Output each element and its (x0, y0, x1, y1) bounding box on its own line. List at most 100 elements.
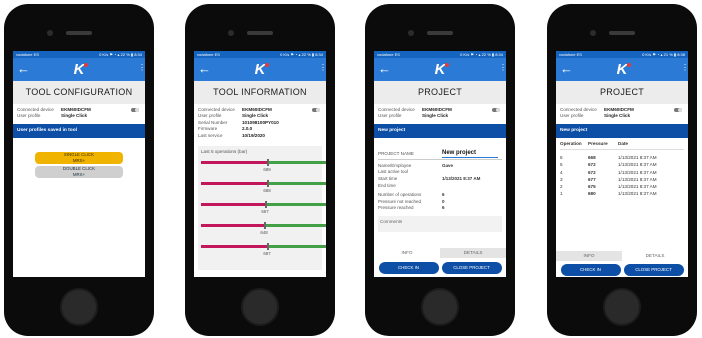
more-vert-icon[interactable]: ⋮ (138, 64, 145, 72)
bar-marker (267, 180, 269, 188)
detail-label: Name/Employee (378, 162, 412, 168)
bar-value: 667 (261, 209, 269, 215)
screen-project-info: vodafone ES 0 K/s ⚑ ◔ ▴ 22 % ▮ 8:34 ← K … (374, 51, 506, 277)
page-title: TOOL INFORMATION (194, 81, 326, 104)
close-project-button[interactable]: CLOSE PROJECT (441, 262, 502, 274)
pressure-cell: 675 (588, 184, 596, 190)
app-toolbar: ← K ⋮ (556, 58, 688, 81)
logo-letter: K (434, 61, 446, 78)
bar-below-threshold (201, 161, 267, 165)
logo-dot (265, 63, 269, 67)
detail-label: Last active tool (378, 169, 409, 175)
home-button[interactable] (421, 288, 459, 326)
screen-tool-information: vodafone ES 0 K/s ⚑ ◔ ▴ 22 % ▮ 8:34 ← K … (194, 51, 326, 277)
status-icons: 0 K/s ⚑ ◔ ▴ 22 % ▮ 8:34 (460, 52, 503, 57)
detail-value: Gave (442, 162, 454, 168)
home-button[interactable] (603, 288, 641, 326)
detail-row: Name/Employee Gave (378, 163, 502, 170)
info-row-profile: User profile Single Click (17, 113, 141, 119)
connection-toggle[interactable] (492, 108, 500, 112)
operation-bar: 687 (201, 243, 326, 264)
operation-bar: 689 (201, 159, 326, 180)
screen-tool-configuration: vodafone ES 0 K/s ⚑ ◔ ▴ 22 % ▮ 8:34 ← K … (13, 51, 145, 277)
detail-value: 0 (442, 198, 445, 204)
more-vert-icon[interactable]: ⋮ (681, 64, 688, 72)
camera-dot (228, 30, 234, 36)
logo-letter: K (616, 61, 628, 78)
project-name-row: PROJECT NAME New project (378, 149, 502, 160)
operation-cell: 3 (560, 176, 563, 182)
double-click-profile-button[interactable]: DOUBLE CLICK MRS+ (35, 165, 123, 178)
app-toolbar: ← K ⋮ (194, 58, 326, 81)
home-button[interactable] (60, 288, 98, 326)
single-click-profile-button[interactable]: SINGLE CLICK MRS+ (35, 151, 123, 164)
k-logo-icon: K (612, 61, 632, 78)
k-logo-icon: K (69, 61, 89, 78)
project-name-label: PROJECT NAME (378, 151, 414, 157)
bar-value: 648 (260, 230, 268, 236)
table-row[interactable]: 1 680 1/13/2021 8:37 AM (560, 190, 684, 197)
table-row[interactable]: 4 672 1/13/2021 8:37 AM (560, 168, 684, 175)
operation-cell: 5 (560, 162, 563, 168)
project-details: PROJECT NAME New project Name/Employee Ga… (374, 138, 506, 235)
info-label: User profile (560, 113, 584, 119)
pressure-cell: 672 (588, 162, 596, 168)
screen-project-operations: vodafone ES 0 K/s ⚑ ◔ ▴ 21 % ▮ 8:38 ← K … (556, 51, 688, 277)
table-row[interactable]: 6 668 1/13/2021 8:37 AM (560, 154, 684, 161)
operation-bar: 667 (201, 201, 326, 222)
operations-title: Last 5 operations (bar) (201, 149, 248, 155)
check-in-button[interactable]: CHECK IN (560, 264, 621, 276)
detail-row: Number of operations 6 (378, 192, 502, 199)
status-icons: 0 K/s ⚑ ◔ ▴ 21 % ▮ 8:38 (642, 52, 685, 57)
logo-dot (84, 63, 88, 67)
project-actions: CHECK IN CLOSE PROJECT (556, 264, 688, 276)
home-button[interactable] (241, 288, 279, 326)
check-in-button[interactable]: CHECK IN (378, 262, 439, 274)
operation-cell: 2 (560, 184, 563, 190)
phone-frame-3: vodafone ES 0 K/s ⚑ ◔ ▴ 22 % ▮ 8:34 ← K … (365, 4, 515, 336)
page-title: TOOL CONFIGURATION (13, 81, 145, 104)
connection-toggle[interactable] (312, 108, 320, 112)
info-value: Single Click (61, 113, 88, 119)
date-cell: 1/13/2021 8:37 AM (618, 184, 657, 190)
bar-below-threshold (201, 182, 267, 186)
bar-above-threshold (267, 182, 326, 186)
table-row[interactable]: 3 677 1/13/2021 8:37 AM (560, 176, 684, 183)
bar-marker (264, 222, 266, 230)
connection-toggle[interactable] (131, 108, 139, 112)
project-name-field[interactable]: New project (442, 149, 498, 159)
tab-details[interactable]: DETAILS (440, 248, 506, 258)
operations-bars: 689 688 667 648 687 (201, 159, 326, 264)
left-arrow-icon[interactable]: ← (560, 61, 573, 77)
status-icons: 0 K/s ⚑ ◔ ▴ 22 % ▮ 8:34 (99, 52, 142, 57)
device-info: Connected device EKM60IDCFM User profile… (374, 104, 506, 121)
button-line: MRS+ (72, 171, 86, 177)
table-row[interactable]: 5 672 1/13/2021 8:37 AM (560, 161, 684, 168)
phone-frame-2: vodafone ES 0 K/s ⚑ ◔ ▴ 22 % ▮ 8:34 ← K … (185, 4, 335, 336)
more-vert-icon[interactable]: ⋮ (319, 64, 326, 72)
table-row[interactable]: 2 675 1/13/2021 8:37 AM (560, 183, 684, 190)
left-arrow-icon[interactable]: ← (378, 61, 391, 77)
logo-dot (445, 63, 449, 67)
tool-info: Connected device EKM60IDCFM User profile… (194, 104, 326, 140)
bar-marker (267, 243, 269, 251)
connection-toggle[interactable] (674, 108, 682, 112)
tab-info[interactable]: INFO (374, 248, 440, 258)
left-arrow-icon[interactable]: ← (198, 61, 211, 77)
info-row: User profile Single Click (378, 113, 502, 119)
detail-label: Number of operations (378, 192, 422, 198)
left-arrow-icon[interactable]: ← (17, 61, 30, 77)
info-label: User profile (378, 113, 402, 119)
operation-cell: 1 (560, 191, 563, 197)
bar-above-threshold (264, 224, 326, 228)
detail-row: Start time 1/13/2021 8:37 AM (378, 176, 502, 183)
info-value: 10/19/2020 (242, 132, 265, 138)
close-project-button[interactable]: CLOSE PROJECT (623, 264, 684, 276)
phone-frame-1: vodafone ES 0 K/s ⚑ ◔ ▴ 22 % ▮ 8:34 ← K … (4, 4, 154, 336)
more-vert-icon[interactable]: ⋮ (499, 64, 506, 72)
tab-details[interactable]: DETAILS (622, 251, 688, 261)
profiles-banner: User profiles saved in tool (13, 123, 145, 138)
tab-info[interactable]: INFO (556, 251, 622, 261)
comments-field[interactable]: Comments (378, 215, 502, 232)
carrier-label: vodafone ES (559, 52, 582, 57)
